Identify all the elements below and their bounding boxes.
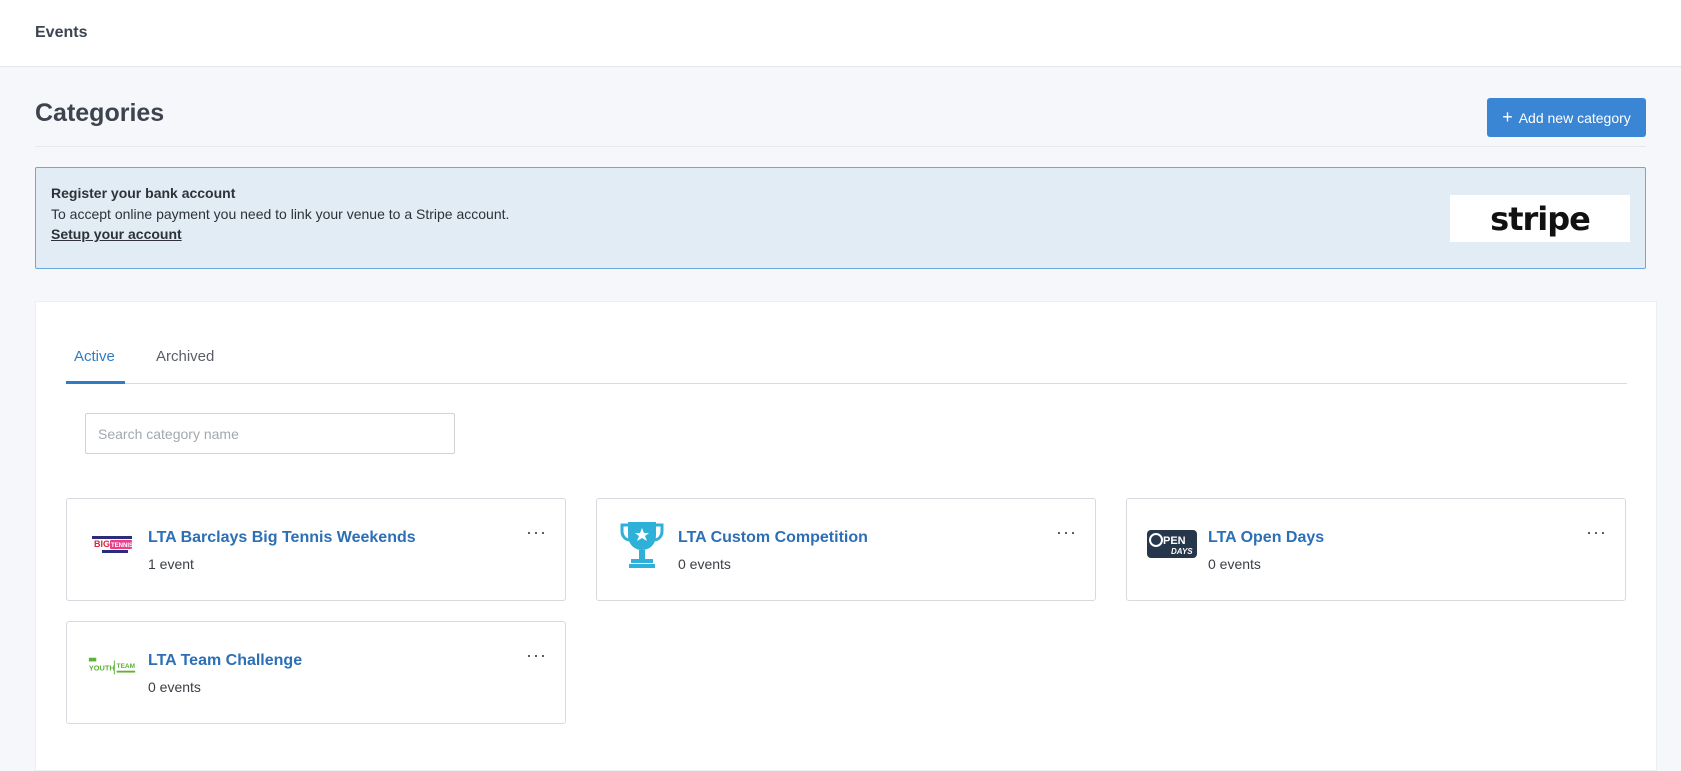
bank-account-banner: Register your bank account To accept onl… xyxy=(35,167,1646,269)
category-name-link[interactable]: LTA Team Challenge xyxy=(148,652,302,670)
category-card: LTA Custom Competition 0 events ··· xyxy=(596,498,1096,601)
category-card: PEN DAYS LTA Open Days 0 events ··· xyxy=(1126,498,1626,601)
category-event-count: 0 events xyxy=(678,556,731,572)
category-event-count: 1 event xyxy=(148,556,194,572)
page-header: Categories + Add new category xyxy=(35,67,1646,147)
svg-text:BIG: BIG xyxy=(94,539,110,549)
page-title: Categories xyxy=(35,99,165,127)
banner-title: Register your bank account xyxy=(51,185,236,201)
more-options-icon[interactable]: ··· xyxy=(526,523,547,541)
svg-text:PEN: PEN xyxy=(1163,535,1186,547)
top-bar: Events xyxy=(0,0,1681,67)
open-days-logo: PEN DAYS xyxy=(1147,519,1197,569)
tab-archived[interactable]: Archived xyxy=(156,348,214,365)
categories-panel: Active Archived BIG TENNIS LTA Barclays … xyxy=(35,301,1657,771)
plus-icon: + xyxy=(1502,106,1513,127)
category-name-link[interactable]: LTA Open Days xyxy=(1208,529,1324,547)
add-new-category-label: Add new category xyxy=(1518,109,1631,126)
app-title: Events xyxy=(35,24,88,41)
stripe-logo-text: stripe xyxy=(1490,199,1591,238)
banner-text: To accept online payment you need to lin… xyxy=(51,206,510,222)
big-tennis-weekends-logo: BIG TENNIS xyxy=(87,519,137,569)
svg-text:YOUTH: YOUTH xyxy=(89,664,115,673)
tab-active[interactable]: Active xyxy=(74,348,115,365)
setup-account-link[interactable]: Setup your account xyxy=(51,226,182,242)
trophy-icon xyxy=(617,519,667,569)
category-name-link[interactable]: LTA Barclays Big Tennis Weekends xyxy=(148,529,416,547)
category-card: BIG TENNIS LTA Barclays Big Tennis Weeke… xyxy=(66,498,566,601)
category-event-count: 0 events xyxy=(1208,556,1261,572)
svg-text:TENNIS: TENNIS xyxy=(111,543,133,549)
youth-team-challenge-logo: YOUTH TEAM xyxy=(87,642,137,692)
category-card: YOUTH TEAM LTA Team Challenge 0 events ·… xyxy=(66,621,566,724)
category-tabs: Active Archived xyxy=(66,302,1627,384)
more-options-icon[interactable]: ··· xyxy=(1586,523,1607,541)
svg-text:DAYS: DAYS xyxy=(1171,547,1193,556)
active-tab-indicator xyxy=(66,381,125,384)
stripe-logo: stripe xyxy=(1450,195,1630,242)
category-event-count: 0 events xyxy=(148,679,201,695)
more-options-icon[interactable]: ··· xyxy=(526,646,547,664)
svg-text:TEAM: TEAM xyxy=(117,663,135,670)
add-new-category-button[interactable]: + Add new category xyxy=(1487,98,1646,137)
search-category-input[interactable] xyxy=(85,413,455,454)
category-name-link[interactable]: LTA Custom Competition xyxy=(678,529,868,547)
more-options-icon[interactable]: ··· xyxy=(1056,523,1077,541)
